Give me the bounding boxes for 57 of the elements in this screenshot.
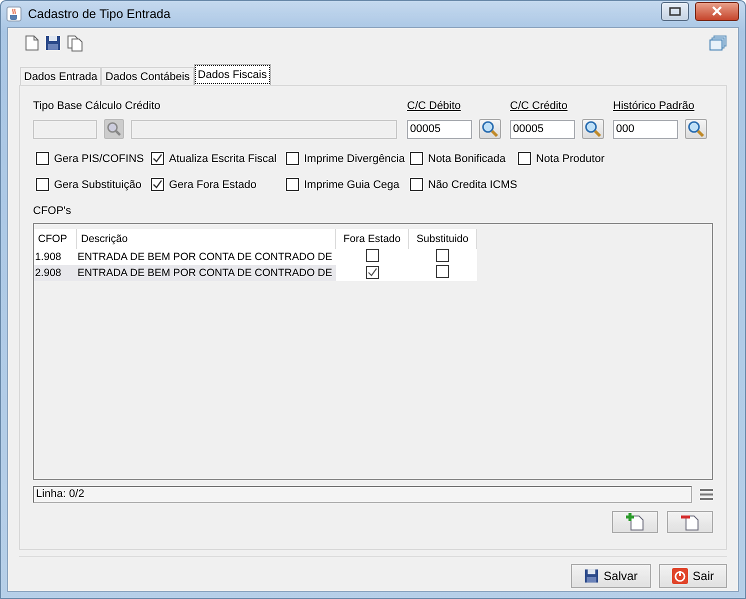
save-icon <box>584 568 599 584</box>
input-field[interactable]: 000 <box>613 120 678 138</box>
power-icon <box>672 568 688 584</box>
checkbox[interactable]: Gera Substituição <box>36 178 151 191</box>
remove-document-icon <box>680 513 700 531</box>
search-button[interactable] <box>685 119 707 139</box>
field-link[interactable]: Histórico Padrão <box>613 100 707 114</box>
checkbox[interactable]: Atualiza Escrita Fiscal <box>151 152 286 165</box>
checkbox[interactable]: Gera Fora Estado <box>151 178 286 191</box>
field-link[interactable]: C/C Débito <box>407 100 501 114</box>
cup-icon <box>6 6 22 22</box>
tab[interactable]: Dados Fiscais <box>194 64 271 85</box>
checkbox[interactable]: Nota Bonificada <box>410 152 518 165</box>
new-document-icon[interactable] <box>25 35 39 51</box>
checkbox[interactable]: Gera PIS/COFINS <box>36 152 151 165</box>
input-field[interactable]: 00005 <box>510 120 575 138</box>
column-header[interactable]: CFOP <box>34 229 76 249</box>
tab[interactable]: Dados Contábeis <box>101 67 194 85</box>
close-icon <box>711 6 723 16</box>
tab[interactable]: Dados Entrada <box>20 67 102 85</box>
checkbox[interactable]: Não Credita ICMS <box>410 178 518 191</box>
close-button[interactable] <box>695 2 739 20</box>
save-icon[interactable] <box>45 35 61 51</box>
save-button[interactable]: Salvar <box>570 564 651 588</box>
table-cell: 1.908 <box>34 249 76 265</box>
maximize-button[interactable] <box>661 2 689 20</box>
add-document-icon <box>625 513 645 531</box>
table-cell: ENTRADA DE BEM POR CONTA DE CONTRADO DE <box>76 265 336 281</box>
checkbox[interactable] <box>436 249 449 262</box>
search-button[interactable] <box>582 119 604 139</box>
column-header[interactable]: Fora Estado <box>336 229 408 249</box>
checkbox[interactable]: Imprime Guia Cega <box>286 178 410 191</box>
table-cell: ENTRADA DE BEM POR CONTA DE CONTRADO DE <box>76 249 336 265</box>
windows-icon[interactable] <box>709 35 727 51</box>
status-field: Linha: 0/2 <box>33 486 692 503</box>
column-header[interactable]: Descrição <box>76 229 336 249</box>
window-title: Cadastro de Tipo Entrada <box>28 7 172 21</box>
search-button[interactable] <box>479 119 501 139</box>
input-field[interactable]: 00005 <box>407 120 472 138</box>
checkbox[interactable]: Nota Produtor <box>518 152 713 165</box>
menu-icon[interactable] <box>700 489 713 500</box>
remove-row-button[interactable] <box>667 511 713 533</box>
field-link[interactable]: C/C Crédito <box>510 100 604 114</box>
table-cell: 2.908 <box>34 265 76 281</box>
checkbox[interactable]: Imprime Divergência <box>286 152 410 165</box>
checkmark-icon <box>152 179 163 190</box>
column-header[interactable]: Substituido <box>408 229 476 249</box>
checkbox[interactable] <box>366 249 378 262</box>
checkbox[interactable] <box>366 266 378 278</box>
section-label: CFOP's <box>33 205 72 217</box>
field-label: Tipo Base Cálculo Crédito <box>33 100 162 114</box>
checkmark-icon <box>152 153 163 164</box>
maximize-icon <box>669 6 681 16</box>
copy-icon[interactable] <box>67 34 84 52</box>
checkbox[interactable] <box>436 265 449 278</box>
exit-button[interactable]: Sair <box>658 564 727 588</box>
add-row-button[interactable] <box>612 511 658 533</box>
